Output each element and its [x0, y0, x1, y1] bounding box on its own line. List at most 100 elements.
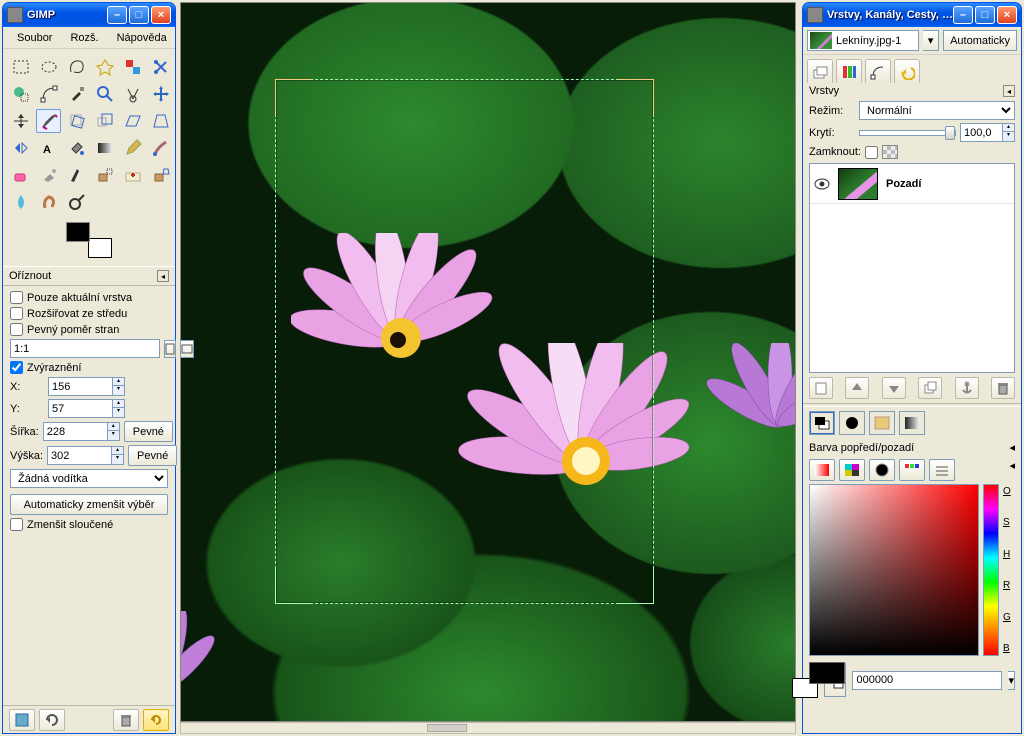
mode-select[interactable]: Normální	[859, 101, 1015, 120]
input-height[interactable]	[47, 446, 111, 465]
tool-ellipse-select[interactable]	[36, 55, 61, 79]
tool-color-picker[interactable]	[64, 82, 89, 106]
tab-channels-icon[interactable]	[836, 59, 862, 83]
tooloptions-restore-icon[interactable]	[39, 709, 65, 731]
height-fixed-button[interactable]: Pevné	[128, 445, 177, 466]
layer-visibility-icon[interactable]	[814, 176, 830, 192]
lock-alpha-icon[interactable]	[882, 145, 898, 159]
tool-bucket-fill[interactable]	[64, 136, 89, 160]
tool-perspective[interactable]	[148, 109, 173, 133]
hex-dropdown[interactable]: ▾	[1008, 671, 1015, 690]
layer-raise-icon[interactable]	[845, 377, 869, 399]
layer-duplicate-icon[interactable]	[918, 377, 942, 399]
tool-iscissors[interactable]	[148, 55, 173, 79]
toolbox-titlebar[interactable]: GIMP – □ ×	[3, 3, 175, 27]
crop-selection[interactable]	[275, 79, 654, 604]
tool-align[interactable]	[8, 109, 33, 133]
tool-paths[interactable]	[36, 82, 61, 106]
canvas-hscrollbar[interactable]	[180, 722, 796, 734]
input-width[interactable]	[43, 422, 107, 441]
layer-lower-icon[interactable]	[882, 377, 906, 399]
lock-pixels-checkbox[interactable]	[865, 146, 878, 159]
tool-by-color-select[interactable]	[120, 55, 145, 79]
menu-help[interactable]: Nápověda	[109, 30, 175, 46]
crop-handle-tl[interactable]	[275, 79, 311, 115]
crop-handle-br[interactable]	[618, 568, 654, 604]
input-x[interactable]	[48, 377, 112, 396]
hue-label-h[interactable]: H	[1003, 549, 1015, 560]
tool-eraser[interactable]	[8, 163, 33, 187]
tool-rotate[interactable]	[64, 109, 89, 133]
grad-brush-icon[interactable]	[839, 411, 865, 435]
autoshrink-button[interactable]: Automaticky zmenšit výběr	[10, 494, 168, 515]
chk-expand-center[interactable]	[10, 307, 23, 320]
input-y[interactable]	[48, 399, 112, 418]
tool-zoom[interactable]	[92, 82, 117, 106]
tool-pencil[interactable]	[120, 136, 145, 160]
colortab-scales-icon[interactable]	[929, 459, 955, 481]
tool-blend[interactable]	[92, 136, 117, 160]
aspect-landscape-icon[interactable]	[180, 340, 194, 358]
maximize-button[interactable]: □	[129, 6, 149, 24]
aspect-portrait-icon[interactable]	[164, 340, 176, 358]
tool-shear[interactable]	[120, 109, 145, 133]
minimize-button[interactable]: –	[953, 6, 973, 24]
tool-options-menu-icon[interactable]: ◂	[157, 270, 169, 282]
hue-label-g[interactable]: G	[1003, 612, 1015, 623]
guides-select[interactable]: Žádná vodítka	[10, 469, 168, 488]
fg-color-swatch[interactable]	[66, 222, 90, 242]
tool-dodge-burn[interactable]	[64, 190, 89, 214]
fgbg-menu-icon[interactable]: ◂	[1009, 441, 1015, 454]
chk-current-layer[interactable]	[10, 291, 23, 304]
minimize-button[interactable]: –	[107, 6, 127, 24]
tool-airbrush[interactable]	[36, 163, 61, 187]
layer-anchor-icon[interactable]	[955, 377, 979, 399]
tool-blur[interactable]	[8, 190, 33, 214]
menu-file[interactable]: Soubor	[9, 30, 60, 46]
layer-thumbnail[interactable]	[838, 168, 878, 200]
tab-paths-icon[interactable]	[865, 59, 891, 83]
hex-input[interactable]	[852, 671, 1002, 690]
close-button[interactable]: ×	[151, 6, 171, 24]
spin-opacity[interactable]: ▴▾	[1002, 123, 1015, 142]
tool-clone[interactable]	[92, 163, 117, 187]
hue-label-r[interactable]: R	[1003, 580, 1015, 591]
tooloptions-delete-icon[interactable]	[113, 709, 139, 731]
crop-handle-tr[interactable]	[618, 79, 654, 115]
image-selector[interactable]: Lekníny.jpg-1	[807, 30, 919, 51]
layers-menu-icon[interactable]: ◂	[1003, 85, 1015, 97]
bg-color-swatch[interactable]	[88, 238, 112, 258]
tool-ink[interactable]	[64, 163, 89, 187]
layer-delete-icon[interactable]	[991, 377, 1015, 399]
opacity-slider[interactable]	[859, 130, 956, 136]
colortab-gimp-icon[interactable]	[809, 459, 835, 481]
grad-gradient-icon[interactable]	[899, 411, 925, 435]
spin-x[interactable]: ▴▾	[112, 377, 125, 396]
tool-perspective-clone[interactable]	[148, 163, 173, 187]
chk-fixed-aspect[interactable]	[10, 323, 23, 336]
spin-w[interactable]: ▴▾	[107, 422, 120, 441]
image-selector-dropdown[interactable]: ▾	[923, 30, 939, 51]
tool-measure[interactable]	[120, 82, 145, 106]
tooloptions-save-icon[interactable]	[9, 709, 35, 731]
menu-xtns[interactable]: Rozš.	[62, 30, 106, 46]
colortab-wheel-icon[interactable]	[869, 459, 895, 481]
color-sv-field[interactable]	[809, 484, 979, 656]
grad-fgbg-icon[interactable]	[809, 411, 835, 435]
colortab-palette-icon[interactable]	[899, 459, 925, 481]
colortab-cmyk-icon[interactable]	[839, 459, 865, 481]
hue-label-s[interactable]: S	[1003, 517, 1015, 528]
tool-rect-select[interactable]	[8, 55, 33, 79]
image-canvas[interactable]	[180, 2, 796, 722]
spin-h[interactable]: ▴▾	[111, 446, 124, 465]
aspect-input[interactable]	[10, 339, 160, 358]
tool-flip[interactable]	[8, 136, 33, 160]
tool-foreground-select[interactable]	[8, 82, 33, 106]
crop-handle-bl[interactable]	[275, 568, 311, 604]
tool-fuzzy-select[interactable]	[92, 55, 117, 79]
tool-heal[interactable]	[120, 163, 145, 187]
tool-paintbrush[interactable]	[148, 136, 173, 160]
fg-bg-color-widget[interactable]	[66, 222, 112, 258]
grad-pattern-icon[interactable]	[869, 411, 895, 435]
layer-list[interactable]: Pozadí	[809, 163, 1015, 373]
